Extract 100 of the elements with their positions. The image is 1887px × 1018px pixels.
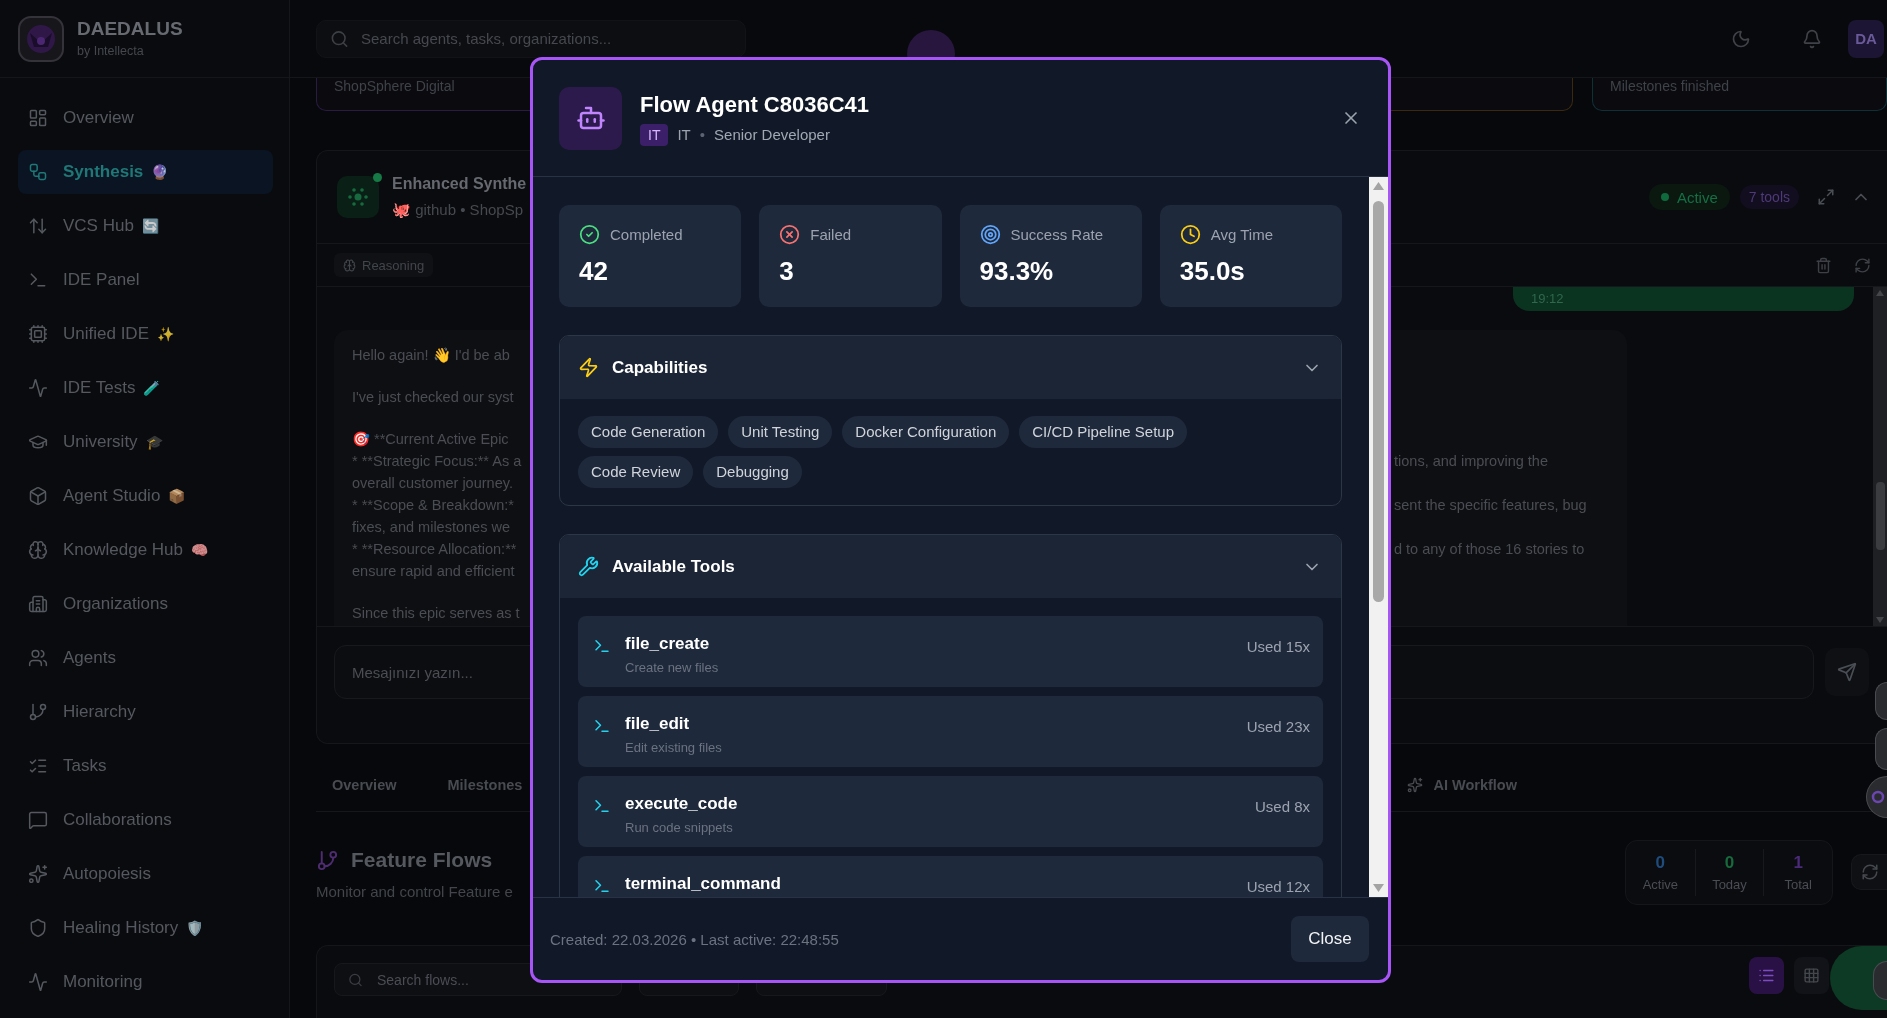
sparkles-icon [1407,776,1424,793]
logo-icon [18,15,64,62]
search-field[interactable]: Search agents, tasks, organizations... [316,19,746,58]
sidebar-item[interactable]: Hierarchy [18,690,273,734]
floating-button[interactable] [1875,728,1887,770]
scroll-up-icon[interactable] [1373,182,1384,190]
arrows-icon [28,216,48,236]
refresh-icon[interactable] [1854,256,1871,274]
separator: • [699,124,706,145]
robot-icon [559,86,622,150]
sidebar-item[interactable]: Collaborations [18,798,273,842]
brain-icon [343,258,356,272]
dialog-title: Flow Agent C8036C41 [640,90,870,119]
scroll-up-icon[interactable] [1876,290,1884,296]
tool-description: Run code snippets [625,819,733,837]
message-text: * **Strategic Focus:** As a [352,452,522,471]
tool-description: Create new files [625,659,719,677]
workflow-icon [28,162,48,182]
scrollbar-thumb[interactable] [1875,482,1885,550]
sidebar-item[interactable]: IDE Panel [18,258,273,302]
session-title: Enhanced Synthe [392,174,527,194]
dialog-footer-text: Created: 22.03.2026 • Last active: 22:48:55 [550,930,839,948]
brand-tagline: by Intellecta [77,44,144,59]
message-text: I've just checked our syst [352,388,514,407]
capability-chip: Debugging [703,456,802,488]
capability-chip: Docker Configuration [842,416,1010,448]
role-label: Senior Developer [714,124,830,145]
capability-chip: Code Review [578,456,694,488]
close-button[interactable]: Close [1291,916,1369,962]
brand-name: DAEDALUS [77,18,183,40]
stat-value: 35.0s [1179,255,1245,287]
status-label: Active [1676,188,1718,206]
tool-name: file_edit [625,713,690,735]
stat-label: Avg Time [1210,225,1273,243]
sidebar-item[interactable]: University 🎓 [18,420,273,464]
terminal-icon [593,797,611,815]
expand-icon[interactable] [1817,188,1835,206]
capability-chip: Code Generation [578,416,719,448]
sidebar-item[interactable]: Unified IDE ✨ [18,312,273,356]
search-icon [330,29,349,48]
tab[interactable]: Overview [316,760,413,811]
counter-label: Total [1784,877,1812,893]
pulse-icon [28,378,48,398]
sidebar-item[interactable]: Autopoiesis [18,852,273,896]
scrollbar[interactable] [1873,287,1887,626]
sidebar-item[interactable]: Overview [18,96,273,140]
shield-icon [28,918,48,938]
grid-view-button[interactable] [1794,957,1829,994]
bell-icon[interactable] [1802,28,1822,49]
sidebar-item[interactable]: VCS Hub 🔄 [18,204,273,248]
counter-label: Today [1712,877,1747,893]
tab[interactable]: Milestones [431,760,539,811]
sidebar-item[interactable]: Monitoring [18,960,273,1004]
message-text: Since this epic serves as t [352,604,520,623]
ring-icon [1871,790,1885,804]
section-header[interactable]: Capabilities [560,336,1341,399]
card-caption: ShopSphere Digital [334,78,455,94]
user-avatar[interactable]: DA [1848,19,1884,58]
x-circle-icon [779,223,801,245]
sidebar-item[interactable]: IDE Tests 🧪 [18,366,273,410]
sidebar-item[interactable]: Tasks [18,744,273,788]
chat-bubble-icon [28,810,48,830]
branch-icon [316,848,339,872]
sidebar-item[interactable]: Synthesis 🔮 [18,150,273,194]
tool-name: terminal_command [625,873,781,895]
floating-button[interactable] [1866,776,1887,818]
cube-icon [28,486,48,506]
sidebar-item[interactable]: Healing History 🛡 [18,906,273,950]
moon-icon[interactable] [1731,28,1751,49]
stat-label: Success Rate [1010,225,1104,243]
scrollbar[interactable] [1369,177,1388,897]
section-title: Feature Flows [351,847,493,873]
session-subtitle: 🐙 github • ShopSp [392,200,523,220]
scroll-down-icon[interactable] [1876,617,1884,623]
counter-value: 0 [1655,852,1666,874]
department-badge: IT [640,123,669,146]
tool-usage: Used 8x [1254,797,1310,817]
sidebar-item[interactable]: Knowledge Hub 🧠 [18,528,273,572]
scrollbar-thumb[interactable] [1373,201,1384,602]
sidebar-item[interactable]: Agent Studio 📦 [18,474,273,518]
sidebar-item[interactable]: Organizations [18,582,273,626]
message-text: sent the specific features, bug [1394,496,1587,515]
section-header[interactable]: Available Tools [560,535,1341,598]
tools-count-badge: 7 tools [1739,185,1799,209]
trash-icon[interactable] [1815,256,1832,274]
counter-value: 0 [1724,852,1735,874]
grid-icon [1803,967,1820,984]
sidebar-item[interactable]: Agents [18,636,273,680]
tool-name: execute_code [625,793,738,815]
graduation-cap-icon [28,432,48,452]
message-text: fixes, and milestones we [352,518,510,537]
list-view-button[interactable] [1749,957,1784,994]
scroll-down-icon[interactable] [1373,884,1384,892]
send-button[interactable] [1825,648,1869,696]
brain-icon [28,540,48,560]
terminal-icon [28,270,48,290]
refresh-button[interactable] [1851,854,1887,890]
tool-description: Edit existing files [625,739,722,757]
tab[interactable]: AI Workflow [1391,760,1533,811]
status-dot-icon [1660,193,1669,201]
